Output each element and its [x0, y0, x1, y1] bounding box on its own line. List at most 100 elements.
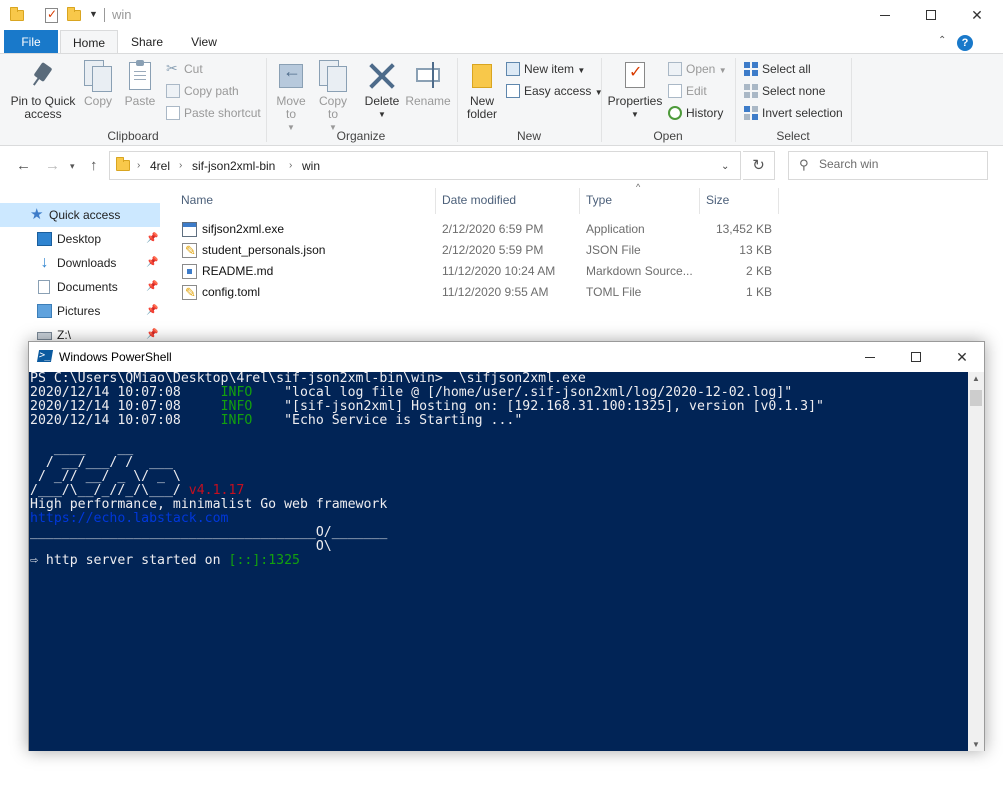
column-divider[interactable] [699, 188, 700, 214]
maximize-button[interactable] [893, 342, 939, 372]
table-row[interactable]: sifjson2xml.exe 2/12/2020 6:59 PM Applic… [178, 219, 778, 240]
easy-access-button[interactable]: Easy access ▼ [506, 81, 603, 101]
refresh-icon: ↻ [752, 157, 765, 174]
help-icon[interactable]: ? [957, 35, 973, 51]
delete-label: Delete [364, 94, 400, 108]
nav-item-label: Pictures [57, 304, 101, 318]
breadcrumb-win[interactable]: win [302, 159, 320, 173]
copy-button[interactable]: Copy [80, 60, 116, 108]
properties-icon[interactable] [44, 7, 60, 23]
nav-item-quick-access[interactable]: ★ Quick access [0, 203, 160, 227]
delete-icon [366, 60, 398, 92]
nav-item-desktop[interactable]: Desktop 📌 [0, 227, 160, 251]
tab-home[interactable]: Home [60, 30, 118, 54]
breadcrumb-separator-icon[interactable]: › [137, 160, 140, 171]
expand-ribbon-chevron-icon[interactable]: ⌃ [938, 35, 946, 46]
refresh-button[interactable]: ↻ [743, 151, 775, 180]
echo-banner-art: ____ __ [30, 441, 134, 456]
minimize-icon [880, 14, 890, 16]
breadcrumb-4rel[interactable]: 4rel [150, 159, 170, 173]
scrollbar-thumb[interactable] [970, 390, 982, 406]
scroll-down-arrow-icon[interactable]: ▼ [968, 740, 984, 749]
rename-label: Rename [405, 94, 451, 108]
close-button[interactable]: ✕ [939, 342, 985, 372]
tab-view[interactable]: View [180, 30, 228, 54]
pin-icon[interactable]: 📌 [146, 275, 158, 299]
new-folder-icon[interactable] [67, 7, 83, 23]
server-started-line: ⇨ http server started on [::]:1325 [30, 554, 300, 568]
column-divider[interactable] [579, 188, 580, 214]
up-arrow-icon[interactable]: ↑ [90, 157, 98, 174]
paste-shortcut-button[interactable]: Paste shortcut [166, 103, 261, 123]
column-divider[interactable] [435, 188, 436, 214]
powershell-title: Windows PowerShell [59, 350, 172, 364]
forward-arrow-icon[interactable]: → [45, 157, 60, 174]
pin-icon[interactable]: 📌 [146, 299, 158, 323]
recent-locations-chevron-icon[interactable]: ▾ [70, 161, 75, 172]
open-button[interactable]: Open ▼ [668, 59, 727, 79]
powershell-window[interactable]: >_ Windows PowerShell ✕ PS C:\Users\QMia… [28, 341, 985, 751]
copy-path-button[interactable]: Copy path [166, 81, 239, 101]
new-folder-label: New folder [466, 94, 498, 121]
select-none-button[interactable]: Select none [744, 81, 825, 101]
echo-url: https://echo.labstack.com [30, 511, 229, 526]
column-header-type[interactable]: Type [586, 193, 612, 207]
close-button[interactable]: ✕ [954, 0, 1000, 30]
back-arrow-icon[interactable]: ← [16, 157, 31, 174]
tab-share[interactable]: Share [122, 30, 172, 54]
search-box[interactable]: ⚲ [788, 151, 988, 180]
address-bar[interactable]: › 4rel › sif-json2xml-bin › win ⌄ [109, 151, 741, 180]
console-scrollbar[interactable]: ▲ ▼ [968, 372, 984, 751]
open-icon [668, 62, 682, 76]
pin-icon[interactable]: 📌 [146, 227, 158, 251]
pin-to-quick-access-button[interactable]: Pin to Quick access [8, 60, 78, 121]
nav-item-documents[interactable]: Documents 📌 [0, 275, 160, 299]
maximize-button[interactable] [908, 0, 954, 30]
column-divider[interactable] [778, 188, 779, 214]
echo-version: v4.1.17 [188, 483, 245, 498]
clipboard-group-label: Clipboard [107, 129, 159, 143]
edit-label: Edit [686, 84, 707, 98]
file-date: 2/12/2020 6:59 PM [442, 222, 544, 236]
new-item-button[interactable]: New item ▼ [506, 59, 585, 79]
customize-toolbar-chevron-icon[interactable]: ▼ [89, 9, 98, 19]
search-input[interactable] [819, 157, 979, 171]
history-button[interactable]: History [668, 103, 723, 123]
minimize-button[interactable] [862, 0, 908, 30]
copy-to-button[interactable]: Copy to ▼ [315, 60, 351, 134]
table-row[interactable]: config.toml 11/12/2020 9:55 AM TOML File… [178, 282, 778, 303]
server-glyph: ⇨ [30, 553, 38, 568]
drive-icon [37, 332, 52, 340]
select-all-button[interactable]: Select all [744, 59, 811, 79]
star-icon: ★ [30, 206, 44, 223]
column-header-date-modified[interactable]: Date modified [442, 193, 516, 207]
markdown-file-icon [182, 264, 197, 279]
rename-button[interactable]: Rename [405, 60, 451, 108]
powershell-titlebar[interactable]: >_ Windows PowerShell ✕ [29, 342, 984, 372]
breadcrumb-sif-json2xml-bin[interactable]: sif-json2xml-bin [192, 159, 275, 173]
breadcrumb-separator-icon[interactable]: › [289, 160, 292, 171]
invert-selection-button[interactable]: Invert selection [744, 103, 843, 123]
properties-button[interactable]: Properties ▼ [606, 60, 664, 121]
column-header-size[interactable]: Size [706, 193, 729, 207]
address-history-chevron-icon[interactable]: ⌄ [721, 161, 729, 172]
tab-file[interactable]: File [4, 30, 58, 54]
nav-item-pictures[interactable]: Pictures 📌 [0, 299, 160, 323]
delete-button[interactable]: Delete ▼ [363, 60, 401, 121]
table-row[interactable]: README.md 11/12/2020 10:24 AM Markdown S… [178, 261, 778, 282]
paste-button[interactable]: Paste [122, 60, 158, 108]
new-folder-button[interactable]: New folder [462, 60, 502, 121]
nav-item-downloads[interactable]: ↓ Downloads 📌 [0, 251, 160, 275]
minimize-button[interactable] [847, 342, 893, 372]
pin-icon[interactable]: 📌 [146, 251, 158, 275]
move-to-button[interactable]: Move to ▼ [273, 60, 309, 134]
console-output[interactable]: PS C:\Users\QMiao\Desktop\4rel\sif-json2… [29, 372, 968, 751]
cut-button[interactable]: Cut [166, 58, 203, 79]
edit-button[interactable]: Edit [668, 81, 707, 101]
table-row[interactable]: student_personals.json 2/12/2020 5:59 PM… [178, 240, 778, 261]
properties-label: Properties [607, 94, 663, 108]
scroll-up-arrow-icon[interactable]: ▲ [968, 374, 984, 383]
column-header-name[interactable]: Name [181, 193, 213, 207]
select-none-label: Select none [762, 84, 826, 98]
breadcrumb-separator-icon[interactable]: › [179, 160, 182, 171]
